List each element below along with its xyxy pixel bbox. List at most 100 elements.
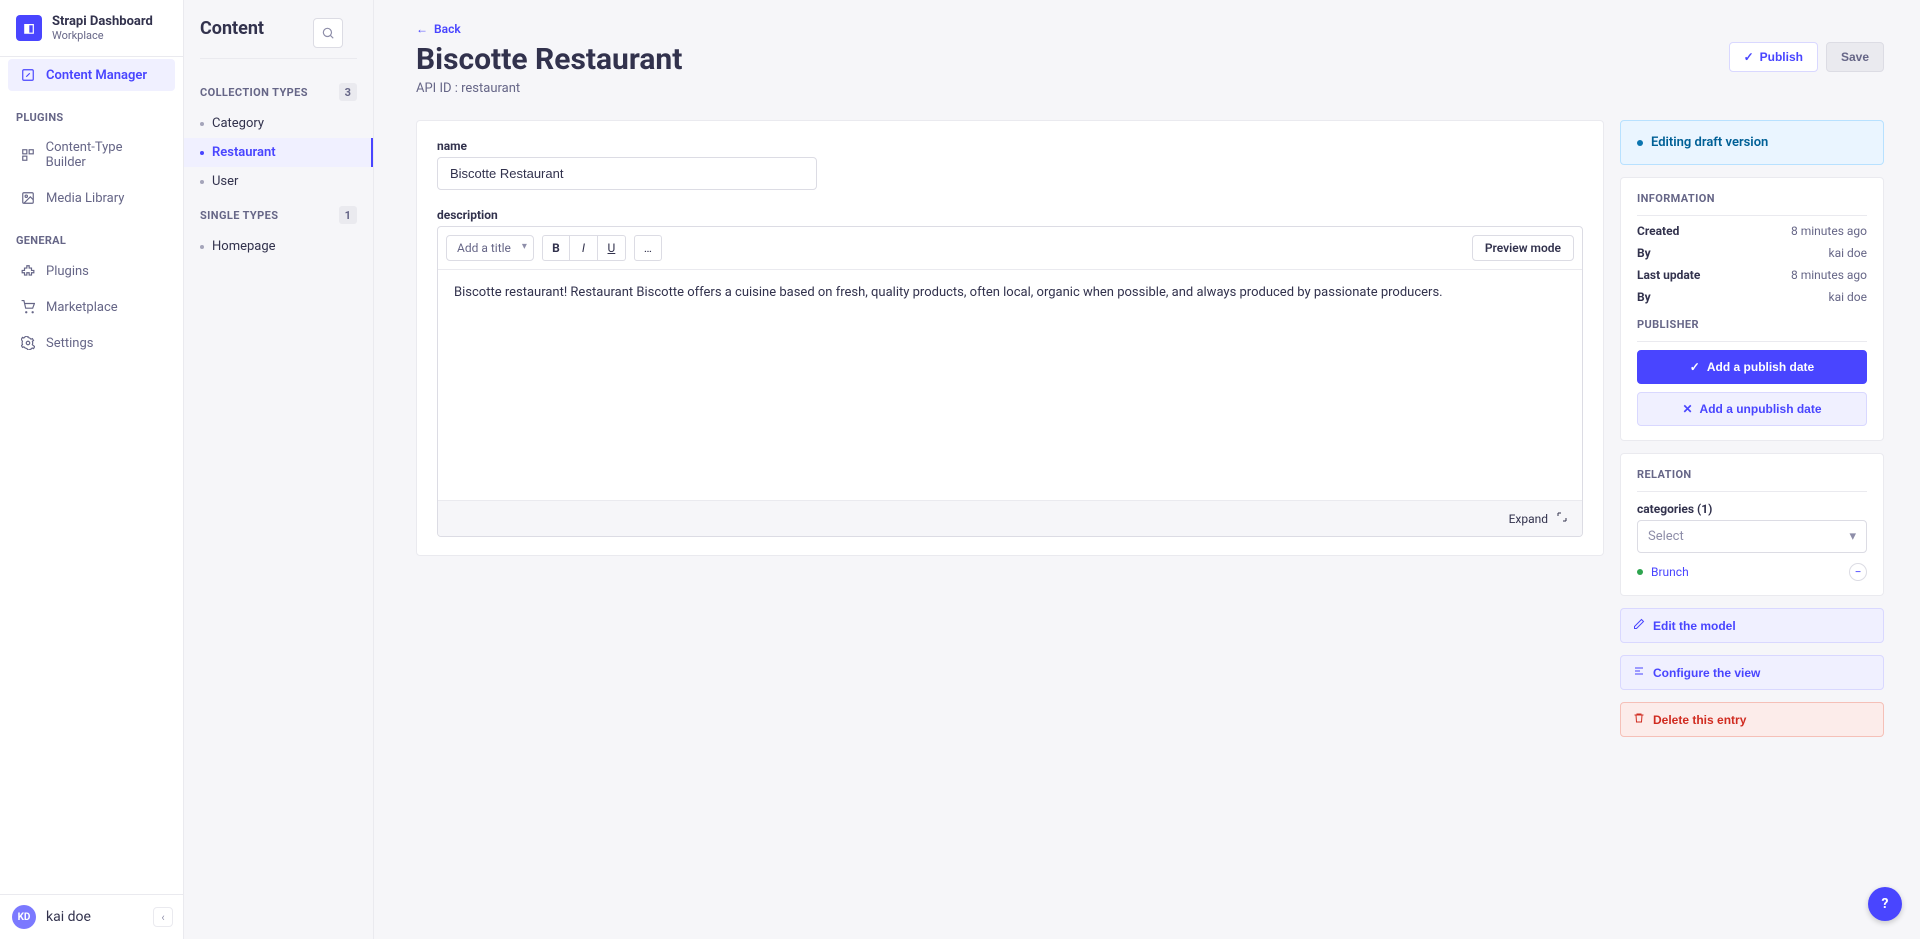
check-icon: ✓	[1690, 360, 1700, 374]
save-button[interactable]: Save	[1826, 42, 1884, 72]
relation-panel: RELATION categories (1) Select ▾ Brunch …	[1620, 453, 1884, 596]
pen-square-icon	[20, 67, 36, 83]
back-link[interactable]: ← Back	[416, 22, 1884, 36]
nav-settings-label: Settings	[46, 336, 93, 351]
publish-label: Publish	[1760, 50, 1803, 64]
main-nav: ◧ Strapi Dashboard Workplace Content Man…	[0, 0, 184, 939]
nav-plugins-label: Plugins	[46, 264, 89, 279]
preview-mode-button[interactable]: Preview mode	[1472, 235, 1574, 261]
page-title: Biscotte Restaurant	[416, 42, 682, 77]
description-editor: Add a title B I U … Preview mode Biscott…	[437, 226, 1583, 537]
collection-types-label: COLLECTION TYPES	[200, 86, 308, 99]
collection-types-header: COLLECTION TYPES 3	[184, 73, 373, 109]
remove-relation-button[interactable]: −	[1849, 563, 1867, 581]
configure-view-button[interactable]: Configure the view	[1620, 655, 1884, 690]
italic-button[interactable]: I	[570, 235, 598, 261]
status-editing-text: Editing	[1651, 135, 1691, 150]
bold-button[interactable]: B	[542, 235, 570, 261]
bullet-icon	[200, 180, 204, 184]
gear-icon	[20, 335, 36, 351]
nav-media-label: Media Library	[46, 191, 124, 206]
type-item-label: Restaurant	[212, 145, 276, 160]
expand-icon	[1556, 511, 1568, 526]
sidebar-collapse-button[interactable]: ‹	[153, 907, 173, 927]
content-type-sidebar: Content COLLECTION TYPES 3 Category Rest…	[184, 0, 374, 939]
more-format-button[interactable]: …	[634, 235, 662, 261]
nav-content-manager-label: Content Manager	[46, 68, 147, 83]
trash-icon	[1633, 712, 1645, 727]
type-item-user[interactable]: User	[184, 167, 373, 196]
type-item-homepage[interactable]: Homepage	[184, 232, 373, 261]
publish-button[interactable]: ✓ Publish	[1729, 42, 1818, 72]
name-input[interactable]	[437, 157, 817, 190]
side-column: Editing draft version INFORMATION Create…	[1620, 120, 1884, 737]
main-content: ← Back Biscotte Restaurant ✓ Publish Sav…	[374, 0, 1920, 939]
status-dot-icon	[1637, 140, 1643, 146]
expand-editor-button[interactable]: Expand	[438, 500, 1582, 536]
status-draft-text: draft version	[1695, 135, 1769, 150]
close-icon: ✕	[1682, 402, 1692, 416]
type-item-restaurant[interactable]: Restaurant	[184, 138, 373, 167]
last-update-value: 8 minutes ago	[1791, 268, 1867, 282]
delete-entry-button[interactable]: Delete this entry	[1620, 702, 1884, 737]
nav-marketplace[interactable]: Marketplace	[8, 291, 175, 323]
relation-item-link[interactable]: Brunch	[1651, 565, 1689, 579]
user-name: kai doe	[46, 909, 91, 925]
back-label: Back	[434, 22, 461, 36]
brand-logo-icon: ◧	[16, 15, 42, 41]
created-by-label: By	[1637, 246, 1651, 260]
nav-media-library[interactable]: Media Library	[8, 182, 175, 214]
layout-icon	[20, 147, 36, 163]
created-value: 8 minutes ago	[1791, 224, 1867, 238]
search-icon	[321, 26, 335, 40]
brand-title: Strapi Dashboard	[52, 14, 153, 29]
type-item-category[interactable]: Category	[184, 109, 373, 138]
arrow-left-icon: ←	[416, 22, 428, 36]
nav-marketplace-label: Marketplace	[46, 300, 118, 315]
edit-model-button[interactable]: Edit the model	[1620, 608, 1884, 643]
underline-button[interactable]: U	[598, 235, 626, 261]
nav-section-plugins: PLUGINS	[0, 93, 183, 130]
single-types-header: SINGLE TYPES 1	[184, 196, 373, 232]
add-publish-date-button[interactable]: ✓ Add a publish date	[1637, 350, 1867, 384]
collection-types-count: 3	[339, 83, 357, 101]
categories-select[interactable]: Select ▾	[1637, 520, 1867, 553]
sliders-icon	[1633, 665, 1645, 680]
help-fab-button[interactable]: ?	[1868, 887, 1902, 921]
cart-icon	[20, 299, 36, 315]
add-publish-label: Add a publish date	[1707, 360, 1814, 374]
image-icon	[20, 190, 36, 206]
avatar: KD	[12, 905, 36, 929]
nav-plugins[interactable]: Plugins	[8, 255, 175, 287]
chevron-down-icon: ▾	[1849, 529, 1856, 544]
type-item-label: Homepage	[212, 239, 276, 254]
categories-field-label: categories (1)	[1637, 502, 1867, 516]
single-types-label: SINGLE TYPES	[200, 209, 278, 222]
nav-ctb-label: Content-Type Builder	[46, 140, 163, 170]
nav-content-type-builder[interactable]: Content-Type Builder	[8, 132, 175, 178]
bullet-icon	[200, 245, 204, 249]
title-style-select[interactable]: Add a title	[446, 235, 534, 261]
type-item-label: User	[212, 174, 238, 189]
updated-by-label: By	[1637, 290, 1651, 304]
content-heading: Content	[184, 18, 280, 55]
brand-subtitle: Workplace	[52, 29, 153, 42]
select-placeholder: Select	[1648, 529, 1684, 544]
question-icon: ?	[1882, 896, 1889, 912]
pencil-icon	[1633, 618, 1645, 633]
add-unpublish-date-button[interactable]: ✕ Add a unpublish date	[1637, 392, 1867, 426]
status-panel: Editing draft version	[1620, 120, 1884, 165]
nav-settings[interactable]: Settings	[8, 327, 175, 359]
content-search-button[interactable]	[313, 18, 343, 48]
created-by-value: kai doe	[1829, 246, 1867, 260]
edit-model-label: Edit the model	[1653, 619, 1736, 633]
description-textarea[interactable]: Biscotte restaurant! Restaurant Biscotte…	[438, 270, 1582, 500]
puzzle-icon	[20, 263, 36, 279]
user-footer[interactable]: KD kai doe ‹	[0, 894, 183, 939]
edit-form-card: name description Add a title B I U	[416, 120, 1604, 556]
chevron-left-icon: ‹	[161, 911, 164, 924]
save-label: Save	[1841, 50, 1869, 64]
nav-content-manager[interactable]: Content Manager	[8, 59, 175, 91]
single-types-count: 1	[339, 206, 357, 224]
type-item-label: Category	[212, 116, 264, 131]
